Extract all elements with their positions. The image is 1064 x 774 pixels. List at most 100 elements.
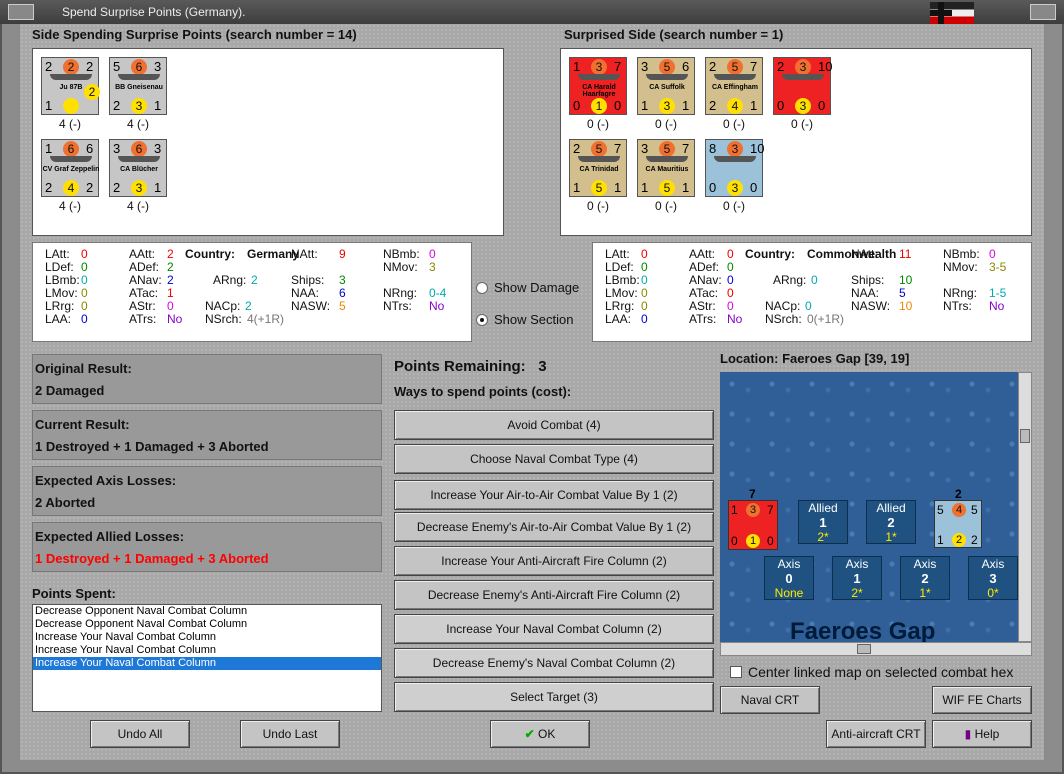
unit-counter-status: 0 (-) — [723, 199, 745, 213]
allied-number: 2 — [887, 515, 895, 530]
wif-fe-charts-button[interactable]: WIF FE Charts — [932, 686, 1032, 714]
ways-to-spend-label: Ways to spend points (cost): — [394, 384, 572, 399]
unit-counter[interactable]: 1 6 6 CV Graf Zeppelin 2 4 2 — [41, 139, 99, 197]
anti-aircraft-crt-button[interactable]: Anti-aircraft CRT — [826, 720, 926, 748]
counter-unit-name: CV Graf Zeppelin — [42, 166, 100, 173]
points-spent-list[interactable]: Decrease Opponent Naval Combat Column Dec… — [32, 604, 382, 712]
ship-silhouette-icon — [118, 156, 160, 162]
counter-bottom-right: 1 — [682, 180, 690, 195]
unit-counter[interactable]: 2 5 7 CA Trinidad 1 5 1 — [569, 139, 627, 197]
counter-bottom-left: 1 — [573, 180, 581, 195]
unit-counter-status: 4 (-) — [127, 117, 149, 131]
stat-label-atrs: ATrs: — [689, 312, 717, 326]
axis-number: 0 — [785, 571, 793, 586]
unit-counter[interactable]: 8 3 10 0 3 0 — [705, 139, 765, 197]
axis-combat-box[interactable]: Axis 1 2* — [832, 556, 882, 600]
stat-label-nsrch: NSrch: — [765, 312, 802, 326]
spend-option-button[interactable]: Increase Your Air-to-Air Combat Value By… — [394, 480, 714, 510]
counter-top-left: 2 — [573, 141, 581, 156]
list-item[interactable]: Increase Your Naval Combat Column — [33, 631, 381, 644]
unit-counter[interactable]: 3 6 3 CA Blücher 2 3 1 — [109, 139, 167, 197]
map-unit-counter[interactable]: 7 1 3 7 0 1 0 — [728, 487, 778, 550]
unit-counter[interactable]: 5 6 3 BB Gneisenau 2 3 1 — [109, 57, 167, 115]
map-vertical-scrollbar[interactable] — [1018, 372, 1032, 642]
show-section-radio[interactable]: Show Section — [476, 312, 574, 327]
window-title: Spend Surprise Points (Germany). — [62, 5, 246, 19]
unit-counter[interactable]: 1 3 7 CA Harald Haarfagre 0 1 0 — [569, 57, 627, 115]
stat-value-nmov: 3 — [429, 260, 436, 274]
counter-bottom-right: 0 — [818, 98, 826, 113]
list-item[interactable]: Increase Your Naval Combat Column — [33, 644, 381, 657]
spend-option-button[interactable]: Select Target (3) — [394, 682, 714, 712]
stat-value-nbmb: 0 — [429, 247, 436, 261]
undo-all-button[interactable]: Undo All — [90, 720, 190, 748]
stat-value-lmov: 0 — [641, 286, 648, 300]
stat-label-lrrg: LRrg: — [45, 299, 75, 313]
map-unit-counter-2[interactable]: 2 5 4 5 1 2 2 — [934, 487, 982, 548]
stat-value-astr: 0 — [727, 299, 734, 313]
stat-value-naa: 6 — [339, 286, 346, 300]
counter-top-right: 10 — [750, 141, 765, 156]
country-value: Commonwealth — [807, 247, 897, 261]
stat-value-natt: 11 — [899, 247, 912, 261]
unit-counter[interactable]: 2 3 10 0 3 0 — [773, 57, 832, 115]
spend-option-button[interactable]: Decrease Enemy's Air-to-Air Combat Value… — [394, 512, 714, 542]
axis-combat-box[interactable]: Axis 0 None — [764, 556, 814, 600]
counter-bottom-left: 1 — [641, 98, 649, 113]
list-item[interactable]: Decrease Opponent Naval Combat Column — [33, 618, 381, 631]
stat-value-ntrs: No — [989, 299, 1005, 313]
ok-button[interactable]: ✔ OK — [490, 720, 590, 748]
allied-combat-box[interactable]: Allied 2 1* — [866, 500, 916, 544]
list-item[interactable]: Decrease Opponent Naval Combat Column — [33, 605, 381, 618]
allied-sub: 2* — [817, 530, 829, 544]
spend-option-button[interactable]: Avoid Combat (4) — [394, 410, 714, 440]
help-button[interactable]: ▮ Help — [932, 720, 1032, 748]
stat-label-latt: LAtt: — [45, 247, 70, 261]
title-bar: Spend Surprise Points (Germany). — [0, 0, 1064, 24]
allied-combat-box[interactable]: Allied 1 2* — [798, 500, 848, 544]
axis-label: Axis — [981, 557, 1005, 571]
stat-label-lmov: LMov: — [605, 286, 638, 300]
close-button[interactable] — [1030, 4, 1056, 20]
linked-map[interactable]: 7 1 3 7 0 1 0 2 5 4 5 1 2 2 Allied 1 2* All… — [720, 372, 1018, 642]
show-damage-radio[interactable]: Show Damage — [476, 280, 579, 295]
stat-label-nacp: NACp: — [765, 299, 801, 313]
unit-counter[interactable]: 3 5 6 CA Suffolk 1 3 1 — [637, 57, 695, 115]
unit-counter[interactable]: 3 5 7 CA Mauritius 1 5 1 — [637, 139, 695, 197]
stat-value-aatt: 0 — [727, 247, 734, 261]
naval-crt-button[interactable]: Naval CRT — [720, 686, 820, 714]
map-area-name: Faeroes Gap — [790, 618, 936, 642]
counter-top-left: 8 — [709, 141, 717, 156]
stat-value-nsrch: 0(+1R) — [807, 312, 845, 326]
stat-label-nbmb: NBmb: — [383, 247, 420, 261]
unit-counter-status: 4 (-) — [127, 199, 149, 213]
counter-unit-name: CA Effingham — [711, 84, 759, 91]
counter-top-right: 6 — [86, 141, 94, 156]
spend-option-button[interactable]: Decrease Enemy's Anti-Aircraft Fire Colu… — [394, 580, 714, 610]
stat-label-nsrch: NSrch: — [205, 312, 242, 326]
list-item[interactable]: Increase Your Naval Combat Column — [33, 657, 381, 670]
stat-value-latt: 0 — [81, 247, 88, 261]
system-menu-button[interactable] — [8, 4, 34, 20]
axis-combat-box[interactable]: Axis 3 0* — [968, 556, 1018, 600]
spend-option-button[interactable]: Increase Your Anti-Aircraft Fire Column … — [394, 546, 714, 576]
center-map-checkbox[interactable]: Center linked map on selected combat hex — [730, 664, 1013, 680]
spend-option-button[interactable]: Choose Naval Combat Type (4) — [394, 444, 714, 474]
stat-value-natt: 9 — [339, 247, 346, 261]
spend-option-button[interactable]: Decrease Enemy's Naval Combat Column (2) — [394, 648, 714, 678]
stat-label-aatt: AAtt: — [689, 247, 716, 261]
stat-label-lbmb: LBmb: — [605, 273, 640, 287]
counter-bottom-right: 0 — [614, 98, 622, 113]
allied-label: Allied — [808, 501, 838, 515]
unit-counter[interactable]: 2 5 7 CA Effingham 2 4 1 — [705, 57, 763, 115]
counter-top-right: 7 — [614, 59, 622, 74]
unit-counter[interactable]: 2 2 2 Ju 87B 1 2 — [41, 57, 100, 115]
spend-option-button[interactable]: Increase Your Naval Combat Column (2) — [394, 614, 714, 644]
undo-last-button[interactable]: Undo Last — [240, 720, 340, 748]
country-label: Country: — [185, 247, 235, 261]
stat-value-lbmb: 0 — [81, 273, 88, 287]
germany-flag-icon — [930, 2, 974, 24]
counter-bottom-right: 1 — [750, 98, 758, 113]
map-horizontal-scrollbar[interactable] — [720, 642, 1032, 656]
axis-combat-box[interactable]: Axis 2 1* — [900, 556, 950, 600]
